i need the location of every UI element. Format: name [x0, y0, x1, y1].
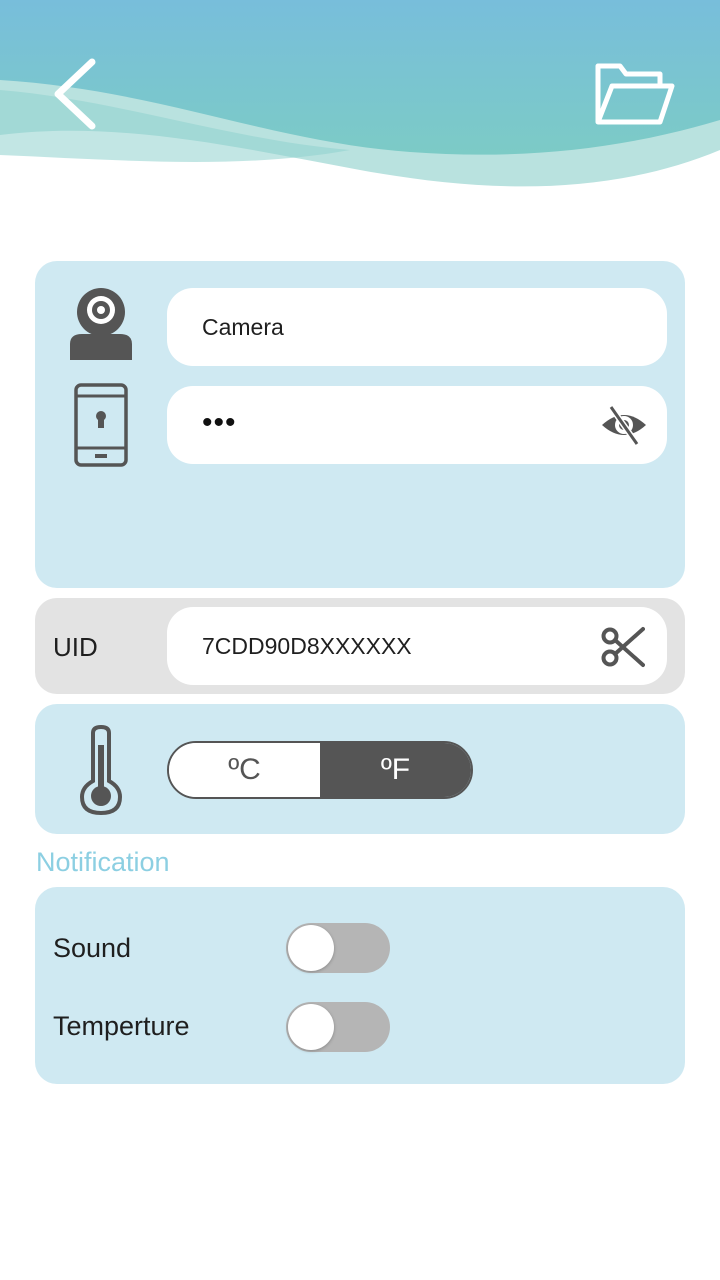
temperature-unit-toggle[interactable]: ºC ºF [167, 741, 473, 799]
sound-label: Sound [53, 933, 132, 963]
switch-knob [288, 1004, 334, 1050]
toggle-password-visibility-button[interactable] [599, 402, 649, 448]
notification-section-title: Notification [36, 847, 170, 877]
camera-name-value: Camera [202, 314, 284, 340]
phone-lock-icon [73, 382, 129, 468]
sound-switch[interactable] [286, 923, 390, 973]
password-field[interactable]: ••• [167, 386, 667, 464]
eye-slash-icon [602, 405, 646, 446]
back-button[interactable] [48, 56, 108, 132]
notification-card [35, 887, 685, 1084]
temperature-alert-label: Temperture [53, 1011, 190, 1041]
uid-field[interactable]: 7CDD90D8XXXXXX [167, 607, 667, 685]
header [0, 0, 720, 200]
folder-button[interactable] [592, 58, 678, 130]
scissors-icon [601, 627, 645, 667]
password-value: ••• [202, 406, 237, 439]
celsius-option[interactable]: ºC [169, 743, 320, 797]
camera-icon [66, 286, 136, 362]
camera-name-field[interactable]: Camera [167, 288, 667, 366]
chevron-left-icon [54, 58, 96, 130]
uid-label: UID [53, 632, 98, 662]
thermometer-icon [78, 724, 124, 816]
switch-knob [288, 925, 334, 971]
uid-value: 7CDD90D8XXXXXX [202, 633, 412, 659]
folder-open-icon [595, 63, 675, 125]
fahrenheit-option[interactable]: ºF [320, 743, 471, 797]
temperature-alert-switch[interactable] [286, 1002, 390, 1052]
copy-uid-button[interactable] [601, 625, 645, 669]
